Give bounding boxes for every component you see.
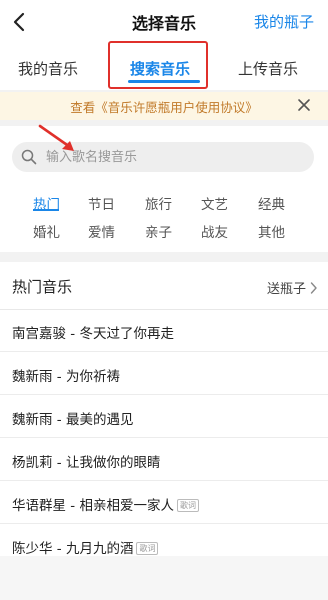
song-row[interactable]: 魏新雨 - 为你祈祷 (0, 353, 328, 395)
song-row[interactable]: 南宫嘉骏 - 冬天过了你再走 (0, 310, 328, 352)
my-bottle-link[interactable]: 我的瓶子 (254, 11, 314, 32)
lyrics-badge: 歌词 (136, 542, 159, 555)
agreement-notice: 查看《音乐许愿瓶用户使用协议》 (0, 92, 328, 120)
category-wedding[interactable]: 婚礼 (33, 221, 60, 241)
song-title: 华语群星 - 相亲相爱一家人 (12, 498, 174, 514)
category-art[interactable]: 文艺 (201, 193, 228, 213)
chevron-right-icon[interactable] (310, 280, 318, 294)
hot-music-section: 热门音乐 送瓶子 南宫嘉骏 - 冬天过了你再走 魏新雨 - 为你祈祷 魏新雨 -… (0, 262, 328, 600)
category-family[interactable]: 亲子 (145, 221, 172, 241)
category-classic[interactable]: 经典 (258, 193, 285, 213)
tab-search-music[interactable]: 搜索音乐 (130, 58, 190, 79)
active-tab-indicator (128, 80, 200, 83)
category-travel[interactable]: 旅行 (145, 193, 172, 213)
hot-music-title: 热门音乐 (12, 278, 73, 296)
active-category-indicator (33, 209, 59, 211)
tab-upload-music[interactable]: 上传音乐 (238, 58, 298, 79)
lyrics-badge: 歌词 (176, 499, 199, 512)
song-title: 杨凯莉 - 让我做你的眼睛 (12, 455, 161, 471)
category-comrade[interactable]: 战友 (201, 221, 228, 241)
send-bottle-link[interactable]: 送瓶子 (267, 278, 306, 297)
search-icon (21, 149, 37, 165)
song-title: 南宫嘉骏 - 冬天过了你再走 (12, 326, 174, 342)
song-row[interactable]: 华语群星 - 相亲相爱一家人 歌词 (0, 482, 328, 524)
hot-music-header: 热门音乐 送瓶子 (0, 262, 328, 310)
agreement-link[interactable]: 查看《音乐许愿瓶用户使用协议》 (0, 97, 328, 116)
search-input[interactable] (46, 146, 296, 168)
category-love[interactable]: 爱情 (88, 221, 115, 241)
category-other[interactable]: 其他 (258, 221, 285, 241)
song-title: 陈少华 - 九月九的酒 (12, 541, 134, 557)
search-box[interactable] (12, 142, 314, 172)
song-title: 魏新雨 - 最美的遇见 (12, 412, 134, 428)
song-row[interactable]: 杨凯莉 - 让我做你的眼睛 (0, 439, 328, 481)
bottom-area (0, 556, 328, 600)
song-title: 魏新雨 - 为你祈祷 (12, 369, 120, 385)
top-bar: 选择音乐 我的瓶子 (0, 0, 328, 44)
tab-my-music[interactable]: 我的音乐 (18, 58, 78, 79)
tab-bar: 我的音乐 搜索音乐 上传音乐 (0, 44, 328, 90)
category-festival[interactable]: 节日 (88, 193, 115, 213)
close-icon[interactable] (296, 96, 312, 114)
song-row[interactable]: 魏新雨 - 最美的遇见 (0, 396, 328, 438)
